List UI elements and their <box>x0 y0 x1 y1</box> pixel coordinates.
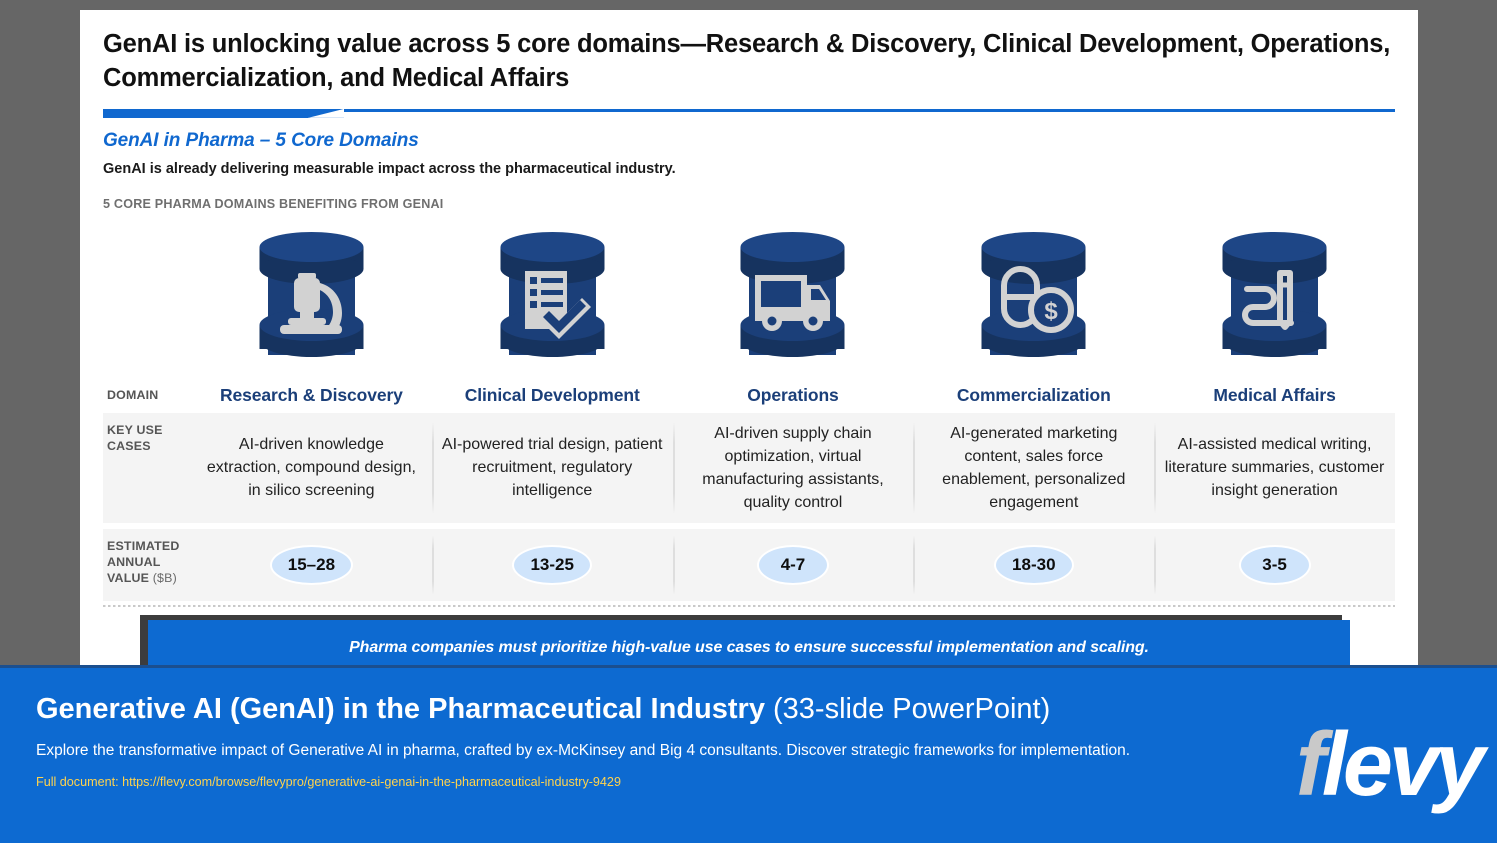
row-label-estimated-value-text: ESTIMATED ANNUAL VALUE ($B) <box>107 539 191 587</box>
use-case-commercialization: AI-generated marketing content, sales fo… <box>942 424 1126 511</box>
value-pill-operations: 4-7 <box>756 544 829 585</box>
accent-rule-thick <box>103 108 308 118</box>
icon-cell-clinical <box>432 223 673 375</box>
use-case-cell: AI-driven supply chain optimization, vir… <box>672 413 914 523</box>
use-case-cell: AI-generated marketing content, sales fo… <box>913 413 1154 523</box>
domain-cell: Medical Affairs <box>1154 379 1395 413</box>
row-label-estimated-value-unit: ($B) <box>149 570 177 585</box>
banner-document-url[interactable]: Full document: https://flevy.com/browse/… <box>36 775 1247 789</box>
domain-name-research: Research & Discovery <box>219 385 403 406</box>
accent-rule-thin <box>344 108 1395 112</box>
value-pill-medical-affairs: 3-5 <box>1238 544 1311 585</box>
microscope-icon <box>246 229 377 375</box>
row-label-estimated-value: ESTIMATED ANNUAL VALUE ($B) <box>103 529 191 601</box>
table-row-estimated-value: ESTIMATED ANNUAL VALUE ($B) 15–28 13-25 … <box>103 528 1395 601</box>
section-eyebrow: 5 CORE PHARMA DOMAINS BENEFITING FROM GE… <box>103 196 444 211</box>
value-cell: 13-25 <box>431 529 673 601</box>
slide-title: GenAI is unlocking value across 5 core d… <box>103 30 1391 92</box>
section-title: GenAI in Pharma – 5 Core Domains <box>103 129 419 151</box>
accent-rule-taper <box>308 108 344 118</box>
icon-cell-research <box>191 223 432 375</box>
section-subtitle: GenAI is already delivering measurable i… <box>103 160 676 177</box>
domain-comparison-table: DOMAIN Research & Discovery Clinical Dev… <box>103 379 1395 607</box>
domain-name-operations: Operations <box>747 385 839 406</box>
row-label-domain: DOMAIN <box>103 379 191 413</box>
key-takeaway-callout: Pharma companies must prioritize high-va… <box>140 614 1350 665</box>
use-case-research: AI-driven knowledge extraction, compound… <box>206 436 416 500</box>
use-case-cell: AI-driven knowledge extraction, compound… <box>191 413 432 523</box>
title-accent-rule <box>103 108 1395 121</box>
icon-cell-medical-affairs <box>1154 223 1395 375</box>
use-case-clinical: AI-powered trial design, patient recruit… <box>441 436 663 500</box>
svg-text:$: $ <box>1045 298 1059 325</box>
value-pill-commercialization: 18-30 <box>994 544 1074 585</box>
row-label-key-use-cases-text: KEY USE CASES <box>107 422 163 453</box>
value-cell: 3-5 <box>1154 529 1395 601</box>
domain-name-medical-affairs: Medical Affairs <box>1213 385 1336 406</box>
banner-title-bold: Generative AI (GenAI) in the Pharmaceuti… <box>36 693 765 725</box>
pill-dollar-icon: $ <box>968 229 1099 375</box>
callout-text: Pharma companies must prioritize high-va… <box>349 638 1149 656</box>
table-row-domain: DOMAIN Research & Discovery Clinical Dev… <box>103 379 1395 413</box>
icon-row-label-spacer <box>103 223 191 375</box>
domain-cell: Research & Discovery <box>191 379 432 413</box>
banner-title-light: (33-slide PowerPoint) <box>764 693 1051 725</box>
value-cell: 15–28 <box>191 529 432 601</box>
table-bottom-dotted-divider <box>103 604 1395 607</box>
domain-name-clinical: Clinical Development <box>464 385 640 406</box>
domain-cell: Clinical Development <box>432 379 673 413</box>
domain-name-commercialization: Commercialization <box>956 385 1111 406</box>
banner-top-divider <box>0 665 1497 668</box>
clipboard-check-icon <box>487 229 618 375</box>
delivery-truck-icon <box>727 229 858 375</box>
row-label-domain-text: DOMAIN <box>107 387 159 402</box>
table-row-key-use-cases: KEY USE CASES AI-driven knowledge extrac… <box>103 412 1395 523</box>
flevy-logo-f: f <box>1295 715 1326 815</box>
use-case-operations: AI-driven supply chain optimization, vir… <box>702 424 884 511</box>
domain-icon-row: $ <box>103 223 1395 375</box>
screenshot-stage: GenAI is unlocking value across 5 core d… <box>0 0 1497 843</box>
use-case-cell: AI-powered trial design, patient recruit… <box>431 413 673 523</box>
flevy-banner: Generative AI (GenAI) in the Pharmaceuti… <box>0 665 1497 843</box>
value-cell: 18-30 <box>913 529 1154 601</box>
slide-canvas: GenAI is unlocking value across 5 core d… <box>80 10 1418 665</box>
value-cell: 4-7 <box>672 529 914 601</box>
banner-description: Explore the transformative impact of Gen… <box>36 741 1131 759</box>
use-case-cell: AI-assisted medical writing, literature … <box>1154 413 1395 523</box>
value-pill-clinical: 13-25 <box>512 544 592 585</box>
row-label-key-use-cases: KEY USE CASES <box>103 413 191 523</box>
use-case-medical-affairs: AI-assisted medical writing, literature … <box>1164 436 1385 500</box>
domain-cell: Operations <box>673 379 914 413</box>
value-pill-research: 15–28 <box>269 544 354 585</box>
callout-bar: Pharma companies must prioritize high-va… <box>148 619 1350 665</box>
flevy-logo[interactable]: flevy <box>1296 720 1485 810</box>
icon-cell-commercialization: $ <box>913 223 1154 375</box>
pen-writing-icon <box>1209 229 1340 375</box>
domain-cell: Commercialization <box>913 379 1154 413</box>
icon-cell-operations <box>673 223 914 375</box>
flevy-logo-rest: levy <box>1321 715 1485 815</box>
banner-title: Generative AI (GenAI) in the Pharmaceuti… <box>36 692 1247 727</box>
